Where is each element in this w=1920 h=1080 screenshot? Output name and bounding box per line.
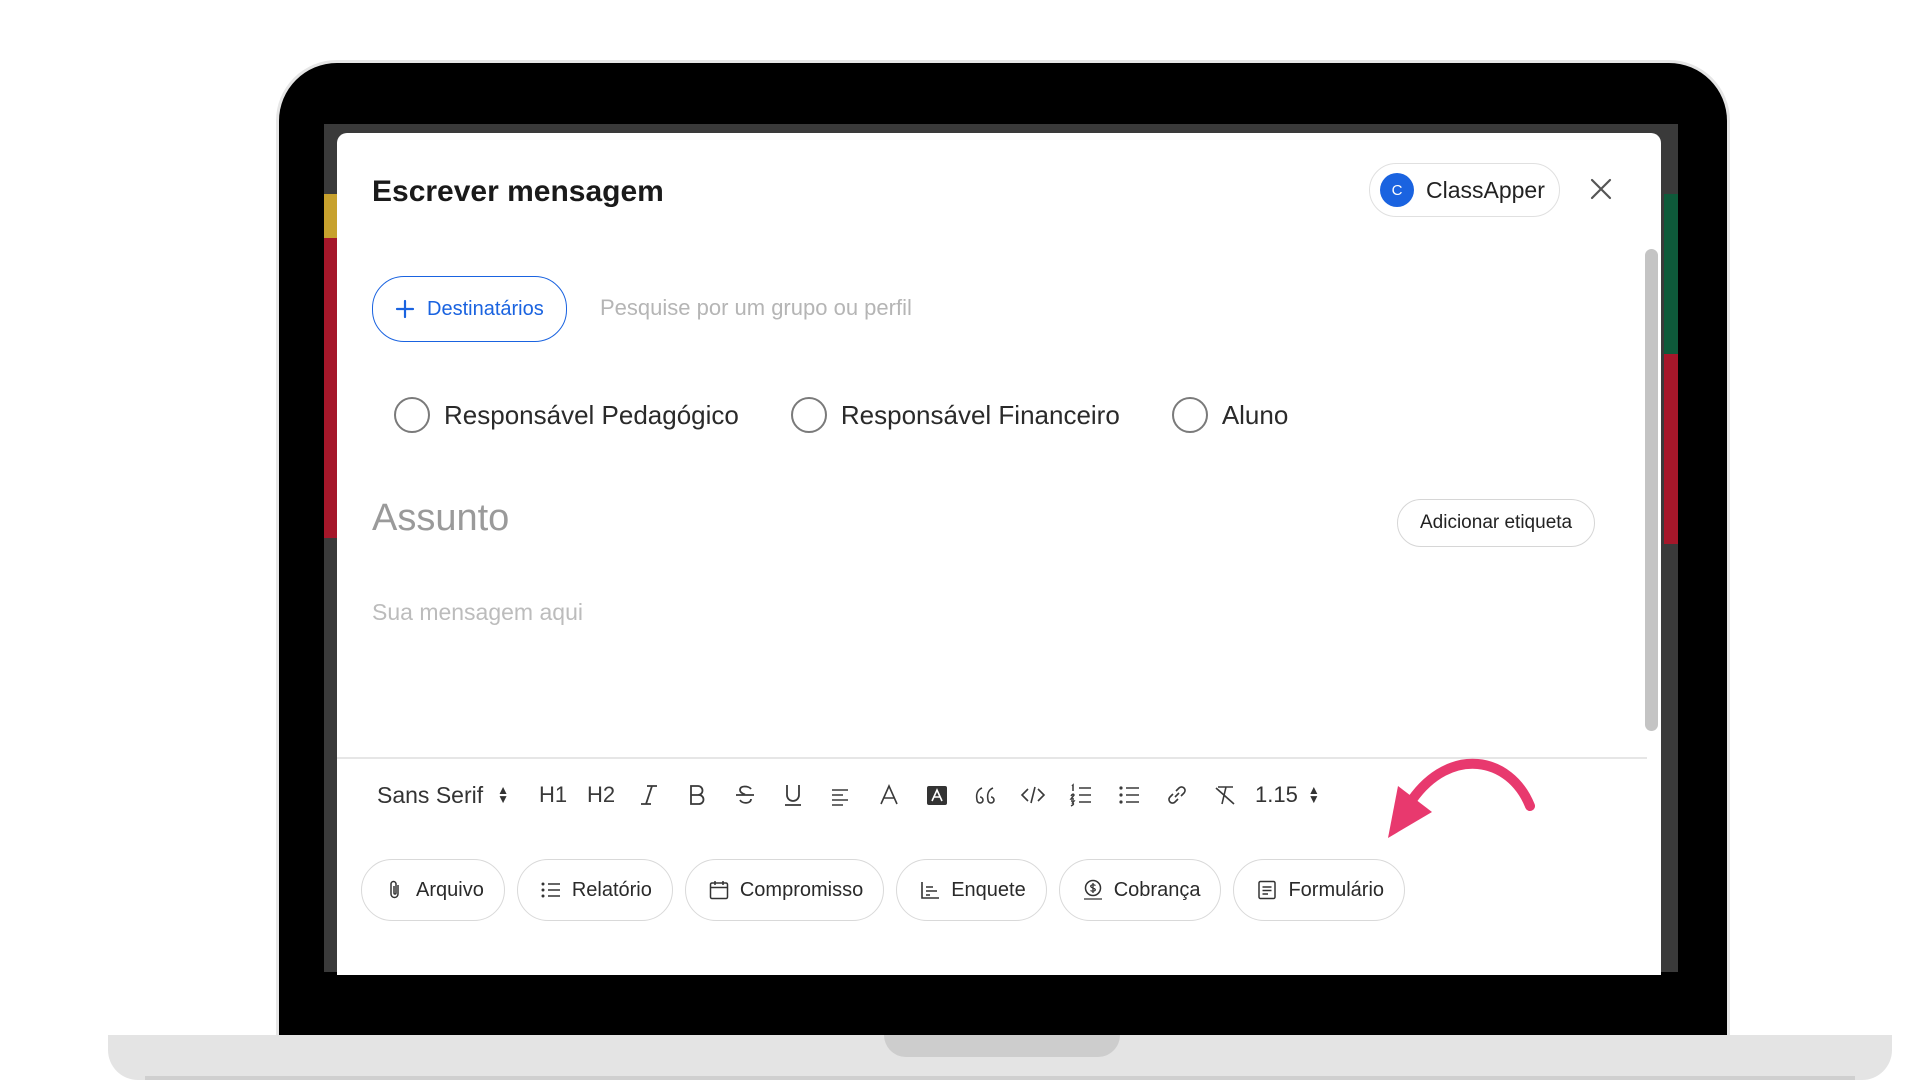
bold-button[interactable]: [673, 775, 721, 815]
code-icon: [1020, 786, 1046, 804]
attach-form-button[interactable]: Formulário: [1233, 859, 1406, 921]
quote-icon: [975, 787, 995, 804]
bullet-list-icon: [1119, 786, 1139, 804]
paperclip-icon: [390, 880, 399, 899]
link-icon: [1168, 786, 1186, 804]
strikethrough-button[interactable]: [721, 775, 769, 815]
attach-poll-button[interactable]: Enquete: [896, 859, 1047, 921]
bullet-list-button[interactable]: [1105, 775, 1153, 815]
scrollbar-thumb[interactable]: [1645, 249, 1658, 731]
role-radio-aluno[interactable]: Aluno: [1171, 397, 1289, 433]
annotation-arrow-icon: [1388, 758, 1535, 838]
radio-circle: [394, 397, 430, 433]
attach-billing-button[interactable]: Cobrança: [1058, 859, 1222, 921]
calendar-icon: [709, 881, 729, 900]
role-radio-financeiro[interactable]: Responsável Financeiro: [790, 397, 1120, 433]
underline-button[interactable]: [769, 775, 817, 815]
italic-button[interactable]: [625, 775, 673, 815]
font-family-value: Sans Serif: [377, 781, 484, 808]
role-radio-pedagogico[interactable]: Responsável Pedagógico: [394, 397, 739, 433]
link-button[interactable]: [1153, 775, 1201, 815]
formatting-toolbar: Sans Serif ▲ ▼ H1 H2 1.15 ▲ ▼: [377, 773, 1320, 817]
align-left-icon: [832, 789, 848, 806]
heading2-button[interactable]: H2: [577, 775, 625, 815]
bold-icon: [690, 785, 705, 805]
radio-circle: [790, 397, 827, 433]
attach-report-button[interactable]: Relatório: [516, 859, 673, 921]
recipient-search-input[interactable]: [600, 295, 1100, 321]
account-name: ClassApper: [1426, 176, 1545, 203]
account-selector[interactable]: C ClassApper: [1369, 163, 1560, 217]
add-recipients-button[interactable]: Destinatários: [372, 276, 567, 342]
italic-icon: [641, 785, 657, 805]
chip-label: Compromisso: [739, 878, 864, 901]
select-arrows-icon: ▲ ▼: [497, 783, 509, 806]
attach-appointment-button[interactable]: Compromisso: [684, 859, 885, 921]
laptop-base-shadow: [145, 1076, 1855, 1080]
role-label: Responsável Pedagógico: [444, 399, 739, 430]
poll-icon: [921, 882, 940, 899]
text-color-icon: [880, 784, 898, 805]
message-body-input[interactable]: [372, 599, 1272, 626]
avatar: C: [1380, 173, 1414, 207]
radio-circle: [1171, 397, 1208, 433]
clear-format-icon: [1215, 786, 1235, 805]
ordered-list-button[interactable]: [1057, 775, 1105, 815]
plus-icon: [395, 299, 415, 319]
list-icon: [541, 882, 560, 898]
role-label: Aluno: [1221, 399, 1289, 430]
form-icon: [1258, 880, 1277, 900]
ordered-list-icon: [1069, 783, 1091, 807]
code-button[interactable]: [1009, 775, 1057, 815]
role-label: Responsável Financeiro: [840, 399, 1120, 430]
align-button[interactable]: [817, 775, 865, 815]
subject-input[interactable]: [372, 497, 1072, 540]
line-spacing-value: 1.15: [1255, 782, 1298, 807]
select-arrows-icon: ▲ ▼: [1307, 783, 1320, 806]
line-spacing-select[interactable]: 1.15 ▲ ▼: [1255, 782, 1320, 808]
role-radio-group: Responsável Pedagógico Responsável Finan…: [394, 397, 1340, 433]
blockquote-button[interactable]: [961, 775, 1009, 815]
highlight-icon: [927, 786, 947, 805]
chip-label: Formulário: [1288, 878, 1385, 901]
strikethrough-icon: [736, 785, 754, 804]
font-family-select[interactable]: Sans Serif ▲ ▼: [377, 782, 509, 809]
close-icon[interactable]: [1587, 175, 1615, 203]
money-icon: [1083, 879, 1102, 900]
background-color-button[interactable]: [913, 775, 961, 815]
chip-label: Cobrança: [1113, 878, 1201, 901]
attachment-options: Arquivo Relatório Compromisso Enquete Co…: [361, 859, 1406, 921]
heading1-button[interactable]: H1: [529, 775, 577, 815]
add-recipients-label: Destinatários: [427, 297, 544, 320]
chip-label: Relatório: [571, 878, 652, 901]
attach-file-button[interactable]: Arquivo: [361, 859, 505, 921]
chip-label: Enquete: [951, 878, 1026, 901]
chip-label: Arquivo: [416, 878, 484, 901]
add-tag-button[interactable]: Adicionar etiqueta: [1397, 499, 1596, 547]
underline-icon: [785, 785, 801, 806]
clear-format-button[interactable]: [1201, 775, 1249, 815]
modal-title: Escrever mensagem: [372, 175, 664, 208]
text-color-button[interactable]: [865, 775, 913, 815]
laptop-notch: [884, 1035, 1120, 1057]
